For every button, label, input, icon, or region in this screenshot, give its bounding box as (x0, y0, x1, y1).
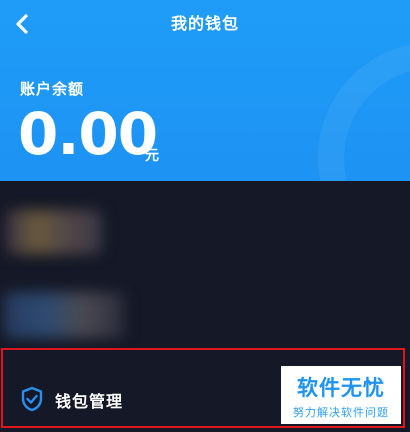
watermark-main-text: 软件无忧 (297, 376, 385, 400)
wallet-header: 我的钱包 账户余额 0.00 元 (0, 0, 410, 181)
page-title: 我的钱包 (170, 14, 239, 33)
balance-unit: 元 (145, 148, 159, 164)
decorative-ring (318, 42, 410, 181)
blurred-content (6, 210, 102, 254)
balance-amount: 0.00 (18, 100, 158, 168)
blurred-content (4, 292, 124, 338)
shield-check-icon (21, 386, 43, 412)
balance-label: 账户余额 (20, 80, 85, 98)
watermark-sub-text: 努力解决软件问题 (293, 406, 389, 419)
blurred-list-item[interactable] (0, 196, 410, 276)
watermark-logo: 软件无忧 努力解决软件问题 (281, 366, 401, 424)
wallet-management-label: 钱包管理 (55, 392, 124, 411)
